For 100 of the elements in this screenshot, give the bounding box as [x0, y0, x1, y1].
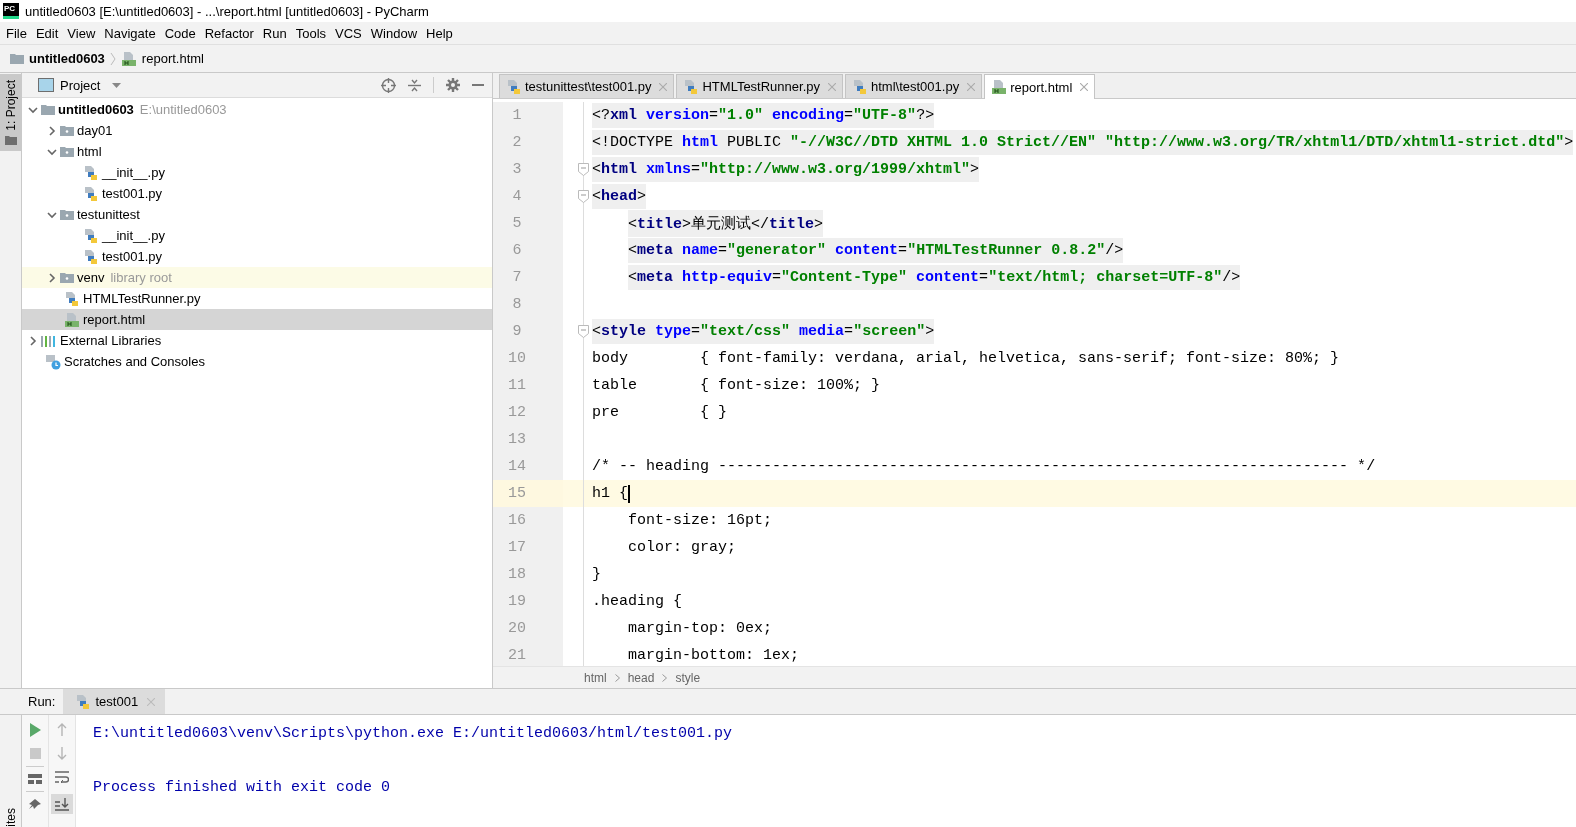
breadcrumb-item[interactable]: html [584, 670, 607, 685]
run-icon[interactable] [29, 723, 41, 737]
close-icon[interactable] [967, 82, 976, 91]
menu-item[interactable]: Run [258, 25, 292, 41]
folder-icon [60, 209, 74, 220]
pin-icon[interactable] [29, 799, 41, 809]
tree-item[interactable]: report.html [22, 309, 492, 330]
tree-item[interactable]: Scratches and Consoles [22, 351, 492, 372]
menu-item[interactable]: Navigate [100, 25, 161, 41]
text-cursor [628, 484, 630, 503]
close-icon[interactable] [659, 82, 668, 91]
python-file-icon [83, 185, 99, 202]
breadcrumb-item[interactable]: style [675, 670, 701, 685]
code-text: <!DOCTYPE html PUBLIC "-//W3C//DTD XHTML 1.0 Strict//EN" "http://www.w3.org/TR/xhtml1/DTD/xhtml1-strict.dtd"> [592, 130, 1574, 155]
breadcrumb-item[interactable]: report.html [141, 51, 204, 66]
item-label: html [77, 144, 102, 159]
item-label: HTMLTestRunner.py [83, 291, 201, 306]
tree-item[interactable]: html [22, 141, 492, 162]
menu-item[interactable]: Code [160, 25, 201, 41]
menu-item[interactable]: Edit [31, 25, 64, 41]
item-note: library root [110, 270, 172, 285]
fold-marker-icon[interactable] [578, 325, 589, 338]
menu-item[interactable]: Tools [291, 25, 332, 41]
menu-item[interactable]: VCS [331, 25, 367, 41]
tree-item[interactable]: day01 [22, 120, 492, 141]
chevron-icon [614, 673, 620, 682]
item-label: testunittest [77, 207, 140, 222]
close-icon[interactable] [828, 82, 836, 91]
code-text: <meta name="generator" content="HTMLTestRunner 0.8.2"/> [628, 238, 1124, 263]
python-file-icon [83, 248, 99, 265]
line-number: 2 [493, 129, 563, 156]
tool-window-tab[interactable]: ites [3, 808, 18, 827]
fold-marker-icon[interactable] [578, 190, 589, 203]
code-text: table { font-size: 100%; } [592, 377, 881, 394]
editor-tab[interactable]: HTMLTestRunner.py [676, 74, 843, 98]
code-text: color: gray; [628, 539, 737, 556]
code-text: <?xml version="1.0" encoding="UTF-8"?> [592, 103, 935, 128]
tab-label: testunittest\test001.py [525, 79, 652, 94]
tree-item[interactable]: __init__.py [22, 225, 492, 246]
editor-tab[interactable]: report.html [984, 74, 1096, 99]
line-number: 5 [493, 210, 563, 237]
item-label: test001.py [102, 186, 162, 201]
tool-window-tab[interactable]: 1: Project [0, 74, 21, 151]
settings-icon[interactable] [446, 78, 460, 92]
chevron-icon [109, 51, 116, 66]
fold-marker-icon[interactable] [578, 163, 589, 176]
code-text: <html xmlns="http://www.w3.org/1999/xhtml"> [592, 157, 980, 182]
dropdown-icon[interactable] [112, 82, 122, 88]
code-text: /* -- heading ---------------------------------------------------------------------- */ [592, 458, 1376, 475]
menu-item[interactable]: Window [366, 25, 423, 41]
tree-item[interactable]: venv library root [22, 267, 492, 288]
console-output: Process finished with exit code 0 [93, 778, 392, 798]
editor-tab[interactable]: html\test001.py [845, 74, 983, 98]
tree-item[interactable]: test001.py [22, 183, 492, 204]
html-file-icon [64, 311, 80, 328]
code-text: h1 { [592, 485, 628, 502]
item-label: venv [77, 270, 105, 285]
menu-item[interactable]: Help [422, 25, 458, 41]
python-file-icon [506, 78, 522, 95]
panel-title[interactable]: Project [60, 77, 101, 93]
chevron-icon [662, 673, 668, 682]
run-tab[interactable]: test001 [63, 689, 166, 714]
line-number: 7 [493, 264, 563, 291]
code-text: margin-bottom: 1ex; [628, 647, 800, 664]
target-icon[interactable] [381, 77, 396, 93]
python-file-icon [83, 227, 99, 244]
python-file-icon [64, 290, 80, 307]
path-label: E:\untitled0603 [139, 102, 227, 117]
tree-item[interactable]: External Libraries [22, 330, 492, 351]
code-text: <meta http-equiv="Content-Type" content="text/html; charset=UTF-8"/> [628, 265, 1241, 290]
close-icon[interactable] [1080, 83, 1089, 91]
tree-item[interactable]: __init__.py [22, 162, 492, 183]
code-text: .heading { [592, 593, 682, 610]
python-file-icon [852, 78, 868, 95]
tree-item[interactable]: testunittest [22, 204, 492, 225]
tree-item[interactable]: untitled0603 E:\untitled0603 [22, 99, 492, 120]
item-label: External Libraries [60, 333, 162, 348]
menu-item[interactable]: File [2, 25, 32, 41]
collapse-all-icon[interactable] [408, 78, 421, 92]
breadcrumb-item[interactable]: head [627, 670, 655, 685]
line-number: 1 [493, 102, 563, 129]
code-text: <title>单元测试</title> [628, 210, 824, 237]
tree-item[interactable]: test001.py [22, 246, 492, 267]
app-logo: PC [3, 3, 19, 19]
code-text: } [592, 566, 601, 583]
tree-item[interactable]: HTMLTestRunner.py [22, 288, 492, 309]
menu-item[interactable]: Refactor [200, 25, 259, 41]
layout-icon[interactable] [28, 774, 42, 784]
breadcrumb-item[interactable]: untitled0603 [29, 51, 105, 66]
editor-tab[interactable]: testunittest\test001.py [499, 74, 675, 98]
item-label: test001.py [102, 249, 162, 264]
scroll-to-end-icon[interactable] [51, 794, 73, 814]
panel-icon[interactable] [38, 78, 54, 92]
up-arrow-icon[interactable] [57, 723, 67, 736]
menu-item[interactable]: View [63, 25, 101, 41]
line-number: 21 [493, 642, 563, 666]
down-arrow-icon[interactable] [57, 747, 67, 760]
html-file-icon [991, 79, 1008, 95]
soft-wrap-icon[interactable] [55, 771, 69, 783]
line-number: 14 [493, 453, 563, 480]
